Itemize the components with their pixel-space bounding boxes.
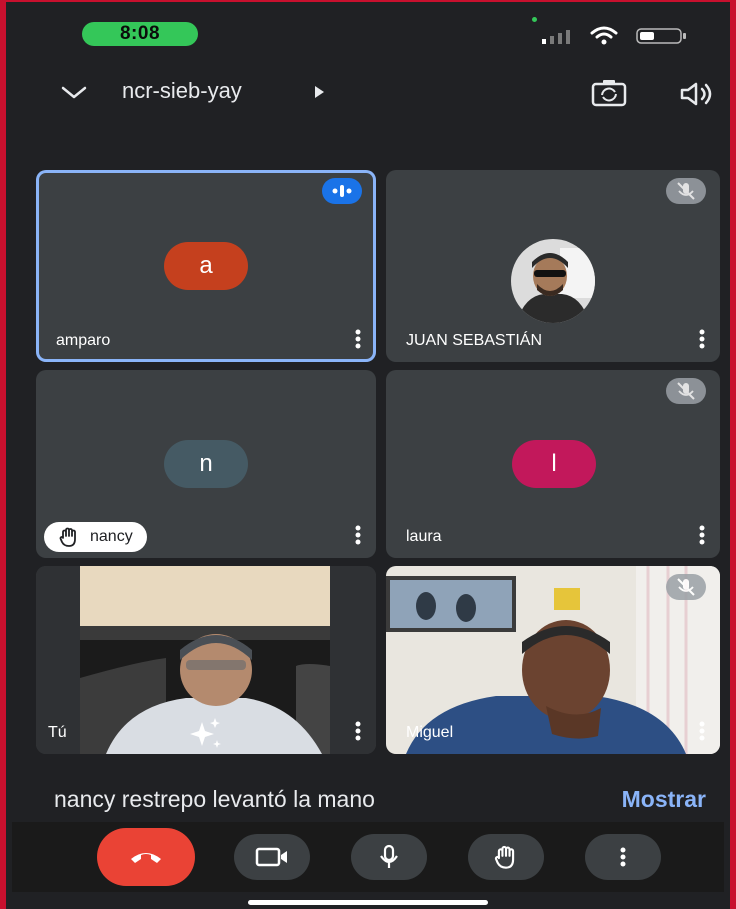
more-options-icon[interactable] — [698, 524, 706, 546]
more-options-icon[interactable] — [698, 328, 706, 350]
end-call-icon — [131, 853, 161, 863]
participant-name: JUAN SEBASTIÁN — [406, 332, 543, 349]
raised-hand-badge: nancy — [44, 522, 147, 552]
hand-raised-notification: nancy restrepo levantó la mano Mostrar — [12, 766, 724, 822]
camera-icon — [255, 847, 287, 867]
participant-name: amparo — [56, 332, 111, 349]
avatar: n — [164, 440, 248, 488]
more-options-icon[interactable] — [354, 328, 362, 350]
participant-tile-laura[interactable]: l laura — [386, 370, 720, 558]
participant-name: laura — [406, 528, 442, 545]
more-options-icon[interactable] — [698, 720, 706, 742]
participant-tile-miguel[interactable]: Miguel — [386, 566, 720, 754]
switch-camera-icon[interactable] — [590, 78, 628, 108]
end-call-button[interactable] — [97, 828, 195, 886]
collapse-chevron-icon[interactable] — [60, 80, 88, 104]
participant-name: nancy — [90, 528, 133, 545]
participant-tile-amparo[interactable]: a amparo — [36, 170, 376, 362]
more-options-icon[interactable] — [354, 720, 362, 742]
raise-hand-button[interactable] — [468, 834, 544, 880]
meeting-details-arrow-icon[interactable] — [313, 85, 325, 99]
mic-off-icon — [666, 178, 706, 204]
participant-tile-juan-sebastian[interactable]: JUAN SEBASTIÁN — [386, 170, 720, 362]
mic-off-icon — [666, 574, 706, 600]
cellular-signal-icon — [542, 30, 570, 44]
more-options-icon[interactable] — [354, 524, 362, 546]
participant-tile-self[interactable]: Tú — [36, 566, 376, 754]
avatar: l — [512, 440, 596, 488]
avatar: a — [164, 242, 248, 290]
more-options-button[interactable] — [585, 834, 661, 880]
more-options-icon — [620, 847, 626, 867]
status-time: 8:08 — [82, 22, 198, 46]
meeting-code[interactable]: ncr-sieb-yay — [122, 78, 242, 104]
speaking-indicator-icon — [322, 178, 362, 204]
raise-hand-icon — [59, 527, 76, 547]
raise-hand-icon — [494, 845, 515, 869]
effects-sparkle-icon[interactable] — [184, 716, 224, 752]
participant-name: Tú — [48, 724, 67, 741]
microphone-icon — [380, 844, 398, 868]
home-indicator[interactable] — [248, 900, 488, 905]
notification-text: nancy restrepo levantó la mano — [54, 786, 375, 812]
privacy-indicator-icon — [532, 17, 537, 22]
wifi-icon — [590, 26, 618, 45]
microphone-toggle-button[interactable] — [351, 834, 427, 880]
profile-photo-avatar — [511, 239, 595, 323]
participant-tile-nancy[interactable]: n nancy — [36, 370, 376, 558]
show-button[interactable]: Mostrar — [622, 786, 706, 813]
camera-toggle-button[interactable] — [234, 834, 310, 880]
battery-icon — [636, 28, 686, 44]
speaker-icon[interactable] — [678, 80, 716, 108]
participant-name: Miguel — [406, 724, 454, 741]
mic-off-icon — [666, 378, 706, 404]
